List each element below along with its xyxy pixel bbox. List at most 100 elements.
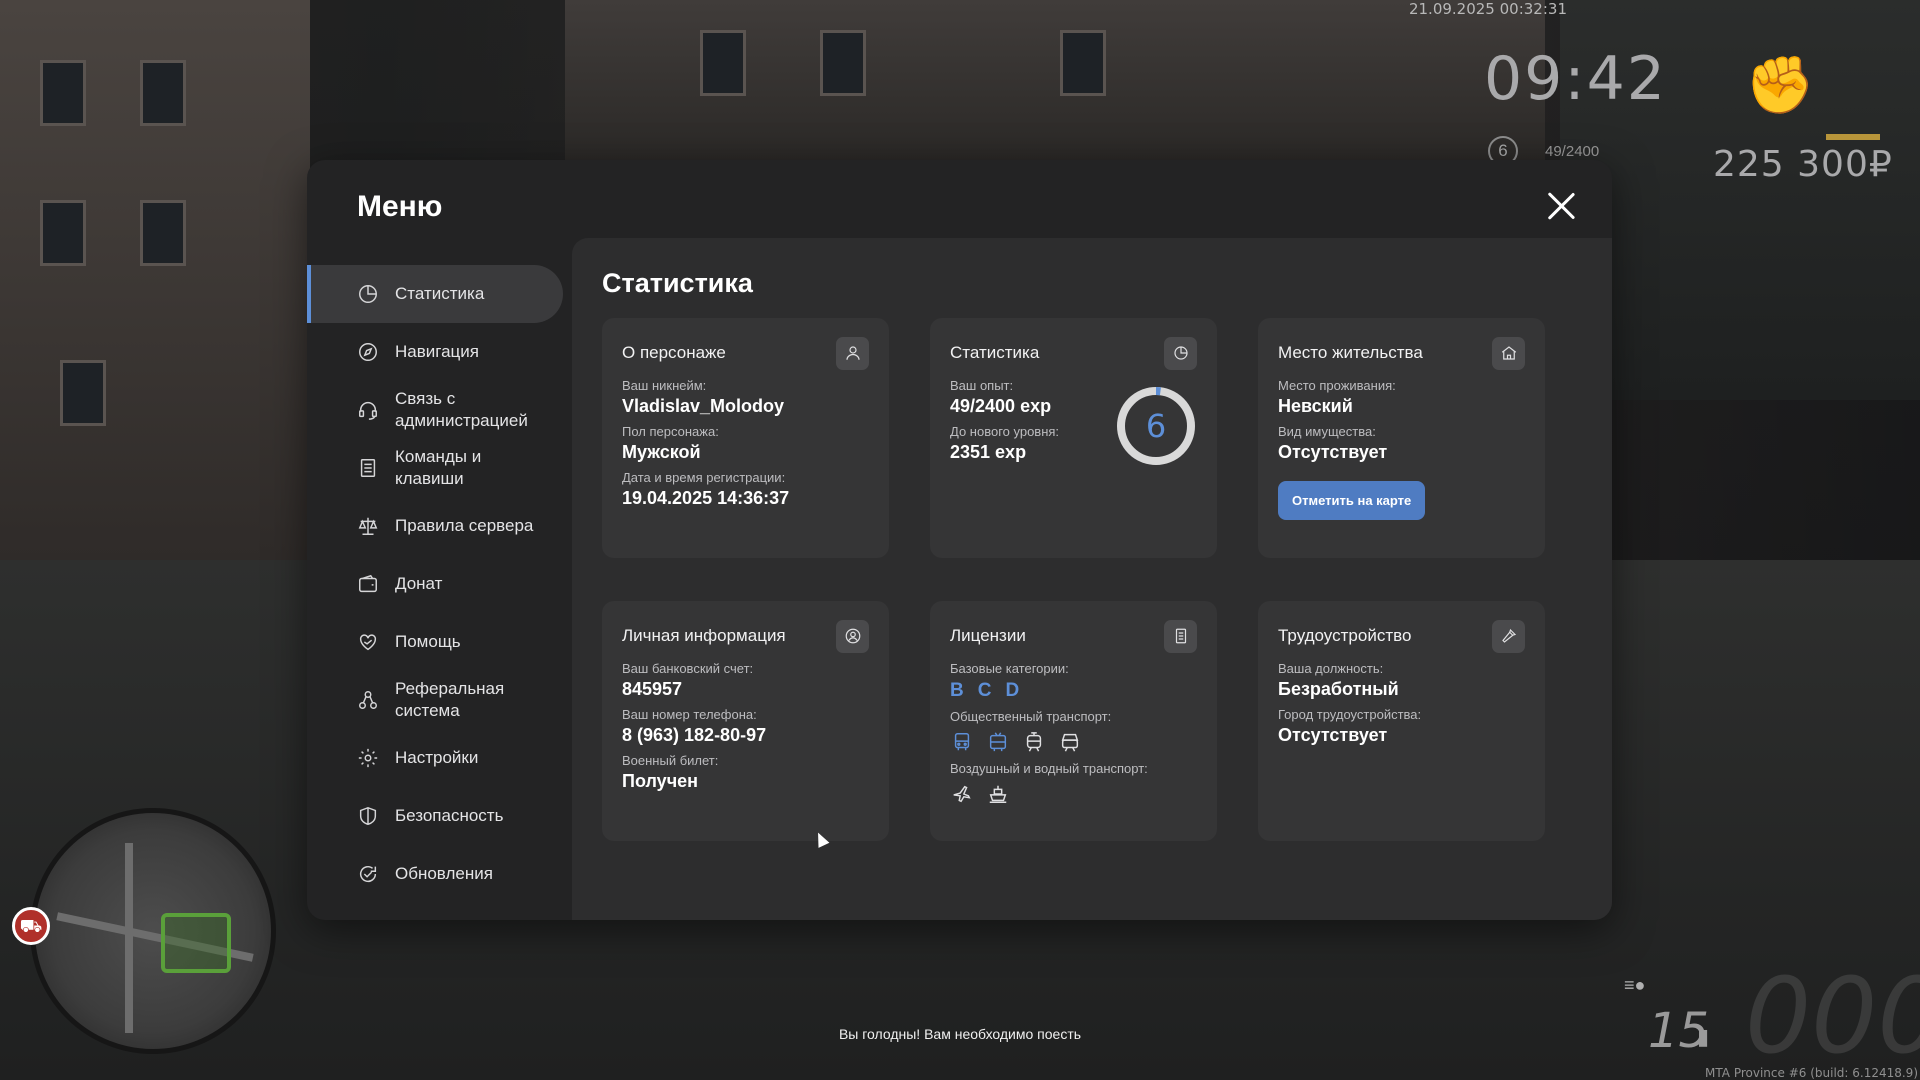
bank-value: 845957 [622, 679, 683, 699]
card-title: Статистика [950, 343, 1040, 362]
nickname-value: Vladislav_Molodoy [622, 396, 785, 416]
sidebar-item-navigation[interactable]: Навигация [307, 323, 563, 381]
registration-value: 19.04.2025 14:36:37 [622, 488, 790, 508]
nickname-label: Ваш никнейм: [622, 378, 707, 393]
public-transport-label: Общественный транспорт: [950, 709, 1112, 724]
sidebar-item-referral[interactable]: Реферальная система [307, 671, 563, 729]
minimap-road [125, 843, 133, 1033]
military-value: Получен [622, 771, 699, 791]
sidebar-item-updates[interactable]: Обновления [307, 845, 563, 903]
license-category: C [977, 680, 992, 701]
phone-label: Ваш номер телефона: [622, 707, 757, 722]
sidebar-item-label: Правила сервера [395, 516, 534, 535]
building-window [700, 30, 746, 96]
sidebar-item-label: Связь с администрацией [395, 389, 528, 430]
bus-stop-icon: ⛟ [12, 907, 50, 945]
job-city-value: Отсутствует [1278, 725, 1388, 745]
home-icon [1492, 336, 1525, 370]
refresh-check-icon [355, 861, 381, 887]
level-ring: 6 [1116, 386, 1196, 466]
sidebar-item-label: Обновления [395, 864, 493, 883]
building-window [40, 200, 86, 266]
heart-hand-icon [355, 629, 381, 655]
menu-sidebar: Статистика Навигация Связь с администрац… [307, 265, 563, 903]
hud-speed-ghost: 000 [1745, 955, 1920, 1077]
public-transport-icons [950, 730, 1197, 754]
property-value: Отсутствует [1278, 442, 1388, 462]
sidebar-item-admin-contact[interactable]: Связь с администрацией [307, 381, 563, 439]
sidebar-item-security[interactable]: Безопасность [307, 787, 563, 845]
sidebar-item-donate[interactable]: Донат [307, 555, 563, 613]
job-city-label: Город трудоустройства: [1278, 707, 1422, 722]
phone-value: 8 (963) 182-80-97 [622, 725, 767, 745]
sidebar-item-label: Команды и клавиши [395, 447, 482, 488]
content-title: Статистика [602, 268, 753, 298]
sidebar-item-settings[interactable]: Настройки [307, 729, 563, 787]
content-panel: Статистика О персонаже Ваш никнейм: Vlad… [572, 238, 1612, 920]
menu-modal: Меню Статистика Навигация Связь с админи… [307, 160, 1612, 920]
building-window [140, 60, 186, 126]
residence-place-value: Невский [1278, 396, 1353, 416]
building-window [1060, 30, 1106, 96]
stats-card: Статистика Ваш опыт: 49/2400 exp До ново… [930, 318, 1217, 558]
sidebar-item-label: Настройки [395, 748, 479, 767]
hud-datetime: 21.09.2025 00:32:31 [1408, 0, 1567, 18]
compass-icon [355, 339, 381, 365]
sidebar-item-rules[interactable]: Правила сервера [307, 497, 563, 555]
airplane-icon [950, 782, 974, 806]
tram-icon [1022, 730, 1046, 754]
hud-money-bar [1826, 134, 1880, 140]
license-document-icon [1164, 619, 1197, 653]
clock-chart-icon [1164, 336, 1197, 370]
sidebar-item-label: Реферальная система [395, 679, 505, 720]
fist-icon: ✊ [1745, 53, 1815, 116]
level-number: 6 [1145, 407, 1167, 445]
residence-card: Место жительства Место проживания: Невск… [1258, 318, 1545, 558]
character-card: О персонаже Ваш никнейм: Vladislav_Molod… [602, 318, 889, 558]
residence-place-label: Место проживания: [1278, 378, 1396, 393]
card-title: Место жительства [1278, 343, 1423, 362]
military-label: Военный билет: [622, 753, 719, 768]
sidebar-item-label: Помощь [395, 632, 461, 651]
building-window [60, 360, 106, 426]
air-water-icons [950, 782, 1197, 806]
minimap [30, 808, 276, 1054]
hammer-icon [1492, 619, 1525, 653]
wallet-icon [355, 571, 381, 597]
license-categories: B C D [950, 680, 1197, 702]
sidebar-item-label: Безопасность [395, 806, 504, 825]
hunger-notification: Вы голодны! Вам необходимо поесть [838, 1026, 1082, 1042]
sidebar-item-label: Навигация [395, 342, 479, 361]
air-water-transport-label: Воздушный и водный транспорт: [950, 761, 1148, 776]
job-position-value: Безработный [1278, 679, 1399, 699]
bank-label: Ваш банковский счет: [622, 661, 754, 676]
sidebar-item-label: Донат [395, 574, 443, 593]
personal-info-card: Личная информация Ваш банковский счет: 8… [602, 601, 889, 841]
card-title: О персонаже [622, 343, 726, 362]
sidebar-item-statistics[interactable]: Статистика [307, 265, 563, 323]
headset-icon [355, 397, 381, 423]
sidebar-item-help[interactable]: Помощь [307, 613, 563, 671]
sidebar-item-commands[interactable]: Команды и клавиши [307, 439, 563, 497]
registration-label: Дата и время регистрации: [622, 470, 786, 485]
job-position-label: Ваша должность: [1278, 661, 1384, 676]
hud-exp: 49/2400 [1545, 143, 1600, 160]
job-card: Трудоустройство Ваша должность: Безработ… [1258, 601, 1545, 841]
mark-on-map-button[interactable]: Отметить на карте [1278, 481, 1426, 520]
ship-icon [986, 782, 1010, 806]
building-window [820, 30, 866, 96]
card-title: Лицензии [950, 626, 1026, 645]
shield-icon [355, 803, 381, 829]
license-category: D [1005, 680, 1020, 701]
card-title: Трудоустройство [1278, 626, 1412, 645]
sidebar-item-label: Статистика [395, 284, 485, 303]
user-icon [836, 336, 869, 370]
headlight-icon: ≡● [1624, 975, 1646, 995]
hud-money: 225 300₽ [1713, 144, 1893, 185]
document-list-icon [355, 455, 381, 481]
trolleybus-icon [986, 730, 1010, 754]
scales-icon [355, 513, 381, 539]
pie-chart-icon [355, 281, 381, 307]
close-icon[interactable] [1543, 188, 1579, 224]
card-title: Личная информация [622, 626, 786, 645]
